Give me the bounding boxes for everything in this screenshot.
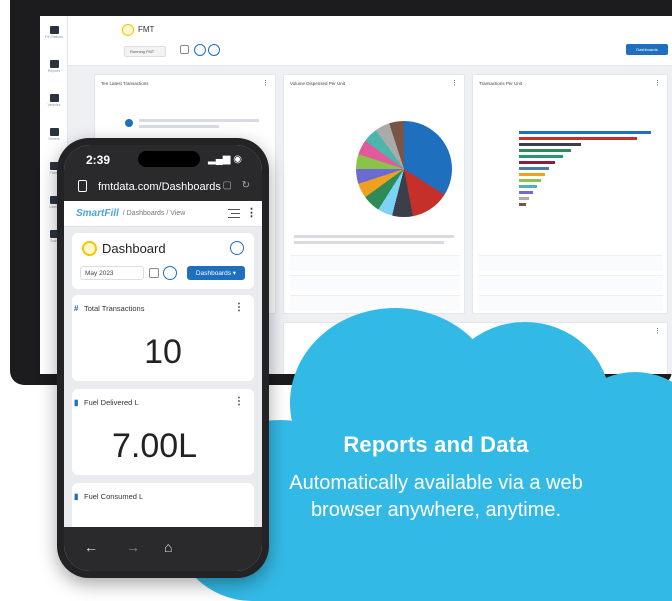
- tabs-icon[interactable]: ▢: [223, 180, 232, 191]
- dashboards-button[interactable]: Dashboards ▾: [187, 266, 245, 280]
- card-value: 7.00L: [112, 427, 198, 465]
- metric-card: [290, 255, 460, 271]
- address-bar[interactable]: fmtdata.com/Dashboards ▢ ↻: [64, 173, 262, 201]
- browser-toolbar: ← → ⌂: [64, 527, 262, 571]
- metric-card: [479, 295, 663, 311]
- bar: [519, 191, 533, 194]
- panel-title: Ten Latest Transactions: [101, 81, 149, 86]
- phone: 2:39 ▂▄▆ ◉ fmtdata.com/Dashboards ▢ ↻ Sm…: [57, 138, 269, 578]
- cloud-title: Reports and Data: [343, 432, 529, 457]
- dashboard-title: Dashboard: [102, 241, 166, 256]
- metric-card-total-transactions: # Total Transactions ⋮ 10: [72, 295, 254, 381]
- sidebar-label: Drivers: [48, 137, 60, 142]
- logo-icon: [82, 241, 97, 256]
- cloud-text: Reports and Data Automatically available…: [200, 432, 672, 524]
- fuel-icon: ▮: [74, 398, 79, 407]
- desktop-date-field[interactable]: Running FMT: [124, 46, 166, 57]
- panel-title: Volume Dispensed Per Unit: [290, 81, 346, 86]
- metric-card: [479, 255, 663, 271]
- sidebar-label: Fill Stations: [44, 35, 64, 40]
- bar: [519, 197, 529, 200]
- sidebar-item-vehicles[interactable]: Vehicles: [40, 84, 68, 118]
- bar: [519, 155, 563, 158]
- desktop-title: FMT: [138, 25, 155, 34]
- lock-icon: [78, 180, 87, 192]
- brand-logo[interactable]: SmartFill: [76, 208, 119, 219]
- status-bar: 2:39 ▂▄▆ ◉: [64, 145, 262, 173]
- logo-icon: [122, 24, 134, 36]
- bar: [519, 161, 555, 164]
- reload-icon[interactable]: ↻: [242, 180, 250, 191]
- bar: [519, 185, 537, 188]
- fuel-pump-icon: ▮: [74, 492, 79, 501]
- bar: [519, 179, 541, 182]
- bar: [519, 137, 637, 140]
- calendar-icon[interactable]: [149, 268, 159, 278]
- timeline-dot-icon: [125, 119, 133, 127]
- bar: [519, 203, 526, 206]
- panel-menu-icon[interactable]: ⋮: [654, 79, 661, 87]
- sidebar-item-reports[interactable]: Reports: [40, 50, 68, 84]
- app-navbar: SmartFill / Dashboards / View ⋮: [64, 201, 262, 227]
- card-value: 10: [144, 333, 182, 371]
- breadcrumb: / Dashboards / View: [122, 210, 186, 217]
- dynamic-island: [138, 151, 200, 167]
- panel-menu-icon[interactable]: ⋮: [654, 327, 661, 335]
- panel-title: Transactions Per Unit: [479, 81, 523, 86]
- metric-card: [479, 275, 663, 291]
- bar: [519, 143, 581, 146]
- volume-dispensed-panel: Volume Dispensed Per Unit ⋮: [283, 74, 465, 314]
- refresh-icon[interactable]: [194, 44, 206, 56]
- cloud-subtitle-line: browser anywhere, anytime.: [310, 499, 562, 521]
- metric-card: [290, 275, 460, 291]
- signal-wifi-icon: ▂▄▆ ◉: [208, 154, 242, 165]
- refresh-icon[interactable]: [163, 266, 177, 280]
- pie-legend: [294, 235, 454, 238]
- timeline-text: [139, 125, 219, 128]
- delete-icon[interactable]: [230, 241, 244, 255]
- people-icon: [49, 128, 59, 137]
- date-field[interactable]: May 2023: [80, 266, 144, 280]
- bar: [519, 167, 549, 170]
- panel-menu-icon[interactable]: ⋮: [262, 79, 269, 87]
- dashboards-button-label: Dashboards: [195, 269, 231, 277]
- menu-icon[interactable]: [228, 209, 240, 218]
- back-icon[interactable]: ←: [84, 539, 98, 555]
- desktop-header: FMT Running FMT Dashboards: [68, 16, 672, 66]
- bar: [519, 131, 651, 134]
- pie-legend: [294, 241, 444, 244]
- pie-chart: [356, 121, 452, 217]
- card-title: Total Transactions: [84, 304, 145, 313]
- sidebar-label: Vehicles: [47, 103, 61, 108]
- station-icon: [49, 26, 59, 35]
- cloud-subtitle-line: Automatically available via a web: [289, 472, 583, 494]
- more-icon[interactable]: ⋮: [246, 206, 257, 219]
- sidebar-label: Reports: [47, 69, 61, 74]
- settings-icon[interactable]: [208, 44, 220, 56]
- report-icon: [49, 60, 59, 69]
- car-icon: [49, 94, 59, 103]
- bar: [519, 149, 571, 152]
- card-title: Fuel Delivered L: [84, 398, 139, 407]
- url-text: fmtdata.com/Dashboards: [98, 181, 221, 193]
- phone-screen: 2:39 ▂▄▆ ◉ fmtdata.com/Dashboards ▢ ↻ Sm…: [64, 145, 262, 571]
- dashboard-header-card: Dashboard May 2023 Dashboards ▾: [72, 233, 254, 289]
- card-menu-icon[interactable]: ⋮: [234, 302, 244, 313]
- transactions-per-unit-panel: Transactions Per Unit ⋮: [472, 74, 668, 314]
- sidebar-item-fill-stations[interactable]: Fill Stations: [40, 16, 68, 50]
- card-title: Fuel Consumed L: [84, 492, 144, 501]
- bar: [519, 173, 545, 176]
- desktop-dashboards-button[interactable]: Dashboards: [626, 44, 668, 55]
- forward-icon[interactable]: →: [126, 539, 140, 555]
- card-menu-icon[interactable]: ⋮: [234, 396, 244, 407]
- status-time: 2:39: [86, 153, 111, 167]
- cloud-subtitle: Automatically available via a web browse…: [200, 470, 672, 524]
- home-icon[interactable]: ⌂: [164, 539, 172, 555]
- hash-icon: #: [74, 304, 79, 313]
- timeline-text: [139, 119, 259, 122]
- panel-menu-icon[interactable]: ⋮: [451, 79, 458, 87]
- calendar-icon[interactable]: [180, 45, 189, 54]
- metric-card-fuel-delivered: ▮ Fuel Delivered L ⋮ 7.00L: [72, 389, 254, 475]
